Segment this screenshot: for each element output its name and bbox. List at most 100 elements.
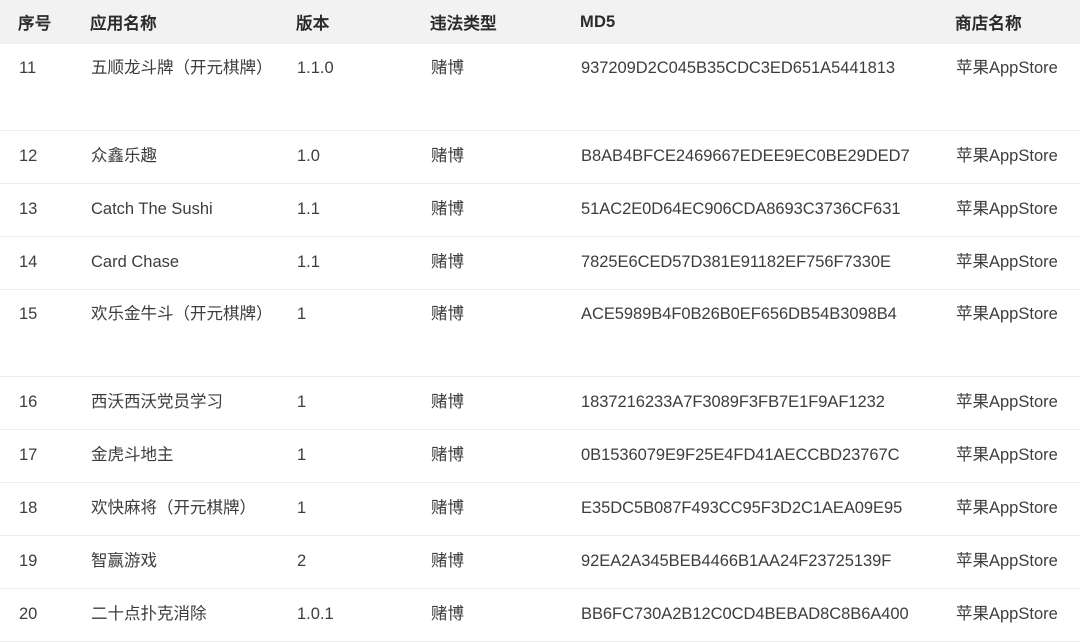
cell-violation-type: 赌博: [420, 237, 560, 290]
cell-store-text: 苹果AppStore: [956, 499, 1058, 518]
table-header: 序号 应用名称 版本 违法类型 MD5 商店名称: [0, 0, 1080, 44]
cell-md5: BB6FC730A2B12C0CD4BEBAD8C8B6A400: [560, 589, 945, 642]
cell-index: 19: [0, 536, 80, 589]
cell-app-name: 众鑫乐趣: [80, 131, 283, 184]
table-row: 12 众鑫乐趣 1.0 赌博 B8AB4BFCE2469667EDEE9EC0B…: [0, 130, 1080, 184]
cell-index-text: 12: [19, 147, 38, 166]
cell-app-name: 金虎斗地主: [80, 430, 283, 483]
table-row: 18 欢快麻将（开元棋牌） 1 赌博 E35DC5B087F493CC95F3D…: [0, 482, 1080, 536]
column-header-md5-label: MD5: [580, 12, 616, 31]
cell-violation-type: 赌博: [420, 290, 560, 377]
table-header-row: 序号 应用名称 版本 违法类型 MD5 商店名称: [0, 0, 1080, 44]
cell-index: 11: [0, 44, 80, 131]
cell-version: 1: [283, 483, 420, 536]
cell-app-name: 智赢游戏: [80, 536, 283, 589]
cell-version-text: 1.1.0: [297, 59, 334, 77]
cell-store: 苹果AppStore: [945, 430, 1080, 483]
cell-version: 1.0: [283, 131, 420, 184]
cell-md5-text: ACE5989B4F0B26B0EF656DB54B3098B4: [581, 305, 897, 323]
cell-version-text: 1: [297, 393, 307, 412]
cell-app-name: 二十点扑克消除: [80, 589, 283, 642]
cell-index: 12: [0, 131, 80, 184]
table-row: 11 五顺龙斗牌（开元棋牌） 1.1.0 赌博 937209D2C045B35C…: [0, 44, 1080, 131]
cell-store: 苹果AppStore: [945, 377, 1080, 430]
cell-version-text: 1: [297, 499, 307, 518]
cell-md5-text: 0B1536079E9F25E4FD41AECCBD23767C: [581, 446, 900, 465]
table-row: 16 西沃西沃党员学习 1 赌博 1837216233A7F3089F3FB7E…: [0, 376, 1080, 430]
table-row: 15 欢乐金牛斗（开元棋牌） 1 赌博 ACE5989B4F0B26B0EF65…: [0, 289, 1080, 377]
cell-app-name: 五顺龙斗牌（开元棋牌）: [80, 44, 283, 131]
cell-app-name: 欢快麻将（开元棋牌）: [80, 483, 283, 536]
cell-app-name-text: 西沃西沃党员学习: [91, 393, 223, 412]
cell-index: 17: [0, 430, 80, 483]
cell-md5: 51AC2E0D64EC906CDA8693C3736CF631: [560, 184, 945, 237]
cell-app-name-text: 众鑫乐趣: [91, 147, 157, 166]
column-header-violation-type-label: 违法类型: [430, 15, 497, 33]
cell-version: 2: [283, 536, 420, 589]
cell-index-text: 13: [19, 200, 38, 219]
cell-app-name-text: 五顺龙斗牌（开元棋牌）: [91, 59, 273, 77]
cell-app-name-text: 欢乐金牛斗（开元棋牌）: [91, 305, 273, 323]
cell-violation-type-text: 赌博: [431, 446, 464, 465]
cell-md5-text: 51AC2E0D64EC906CDA8693C3736CF631: [581, 200, 901, 219]
cell-version-text: 1.0.1: [297, 605, 334, 624]
cell-version: 1.1: [283, 184, 420, 237]
cell-store-text: 苹果AppStore: [956, 446, 1058, 465]
cell-store-text: 苹果AppStore: [956, 200, 1058, 219]
cell-version: 1.1.0: [283, 44, 420, 131]
cell-store: 苹果AppStore: [945, 589, 1080, 642]
cell-violation-type-text: 赌博: [431, 253, 464, 272]
cell-store-text: 苹果AppStore: [956, 253, 1058, 272]
cell-store: 苹果AppStore: [945, 131, 1080, 184]
cell-index-text: 17: [19, 446, 38, 465]
app-violation-table-container: 序号 应用名称 版本 违法类型 MD5 商店名称 11 五顺龙斗牌（开元棋牌） …: [0, 0, 1080, 642]
cell-violation-type-text: 赌博: [431, 499, 464, 518]
cell-app-name-text: 欢快麻将（开元棋牌）: [91, 499, 256, 518]
cell-store-text: 苹果AppStore: [956, 305, 1058, 323]
cell-violation-type: 赌博: [420, 430, 560, 483]
cell-app-name: Card Chase: [80, 237, 283, 290]
cell-md5-text: 7825E6CED57D381E91182EF756F7330E: [581, 253, 891, 272]
cell-index-text: 20: [19, 605, 38, 624]
cell-md5: 937209D2C045B35CDC3ED651A5441813: [560, 44, 945, 131]
cell-version-text: 2: [297, 552, 307, 571]
cell-md5-text: 937209D2C045B35CDC3ED651A5441813: [581, 59, 895, 77]
column-header-name: 应用名称: [80, 0, 283, 44]
cell-index: 13: [0, 184, 80, 237]
cell-index-text: 11: [19, 59, 37, 77]
column-header-index: 序号: [0, 0, 80, 44]
cell-index-text: 16: [19, 393, 38, 412]
cell-violation-type-text: 赌博: [431, 147, 464, 166]
table-row: 19 智赢游戏 2 赌博 92EA2A345BEB4466B1AA24F2372…: [0, 535, 1080, 589]
cell-md5-text: B8AB4BFCE2469667EDEE9EC0BE29DED7: [581, 147, 910, 166]
cell-version: 1.1: [283, 237, 420, 290]
cell-violation-type-text: 赌博: [431, 200, 464, 219]
cell-violation-type: 赌博: [420, 184, 560, 237]
cell-store-text: 苹果AppStore: [956, 59, 1058, 77]
table-row: 17 金虎斗地主 1 赌博 0B1536079E9F25E4FD41AECCBD…: [0, 429, 1080, 483]
column-header-md5: MD5: [560, 0, 945, 44]
cell-app-name-text: Card Chase: [91, 253, 180, 272]
cell-md5: ACE5989B4F0B26B0EF656DB54B3098B4: [560, 290, 945, 377]
table-row: 20 二十点扑克消除 1.0.1 赌博 BB6FC730A2B12C0CD4BE…: [0, 588, 1080, 642]
cell-version-text: 1.0: [297, 147, 320, 166]
cell-index-text: 14: [19, 253, 38, 272]
cell-md5: B8AB4BFCE2469667EDEE9EC0BE29DED7: [560, 131, 945, 184]
cell-violation-type: 赌博: [420, 131, 560, 184]
cell-store: 苹果AppStore: [945, 237, 1080, 290]
cell-app-name: Catch The Sushi: [80, 184, 283, 237]
cell-violation-type-text: 赌博: [431, 59, 464, 77]
cell-index-text: 15: [19, 305, 38, 323]
cell-violation-type: 赌博: [420, 44, 560, 131]
cell-version-text: 1.1: [297, 200, 320, 219]
table-row: 14 Card Chase 1.1 赌博 7825E6CED57D381E911…: [0, 236, 1080, 290]
cell-version-text: 1.1: [297, 253, 320, 272]
cell-version: 1: [283, 377, 420, 430]
cell-app-name-text: Catch The Sushi: [91, 200, 213, 219]
cell-md5: 92EA2A345BEB4466B1AA24F23725139F: [560, 536, 945, 589]
cell-md5: 0B1536079E9F25E4FD41AECCBD23767C: [560, 430, 945, 483]
cell-store: 苹果AppStore: [945, 290, 1080, 377]
cell-violation-type-text: 赌博: [431, 305, 464, 323]
cell-index-text: 19: [19, 552, 38, 571]
cell-version-text: 1: [297, 305, 307, 323]
